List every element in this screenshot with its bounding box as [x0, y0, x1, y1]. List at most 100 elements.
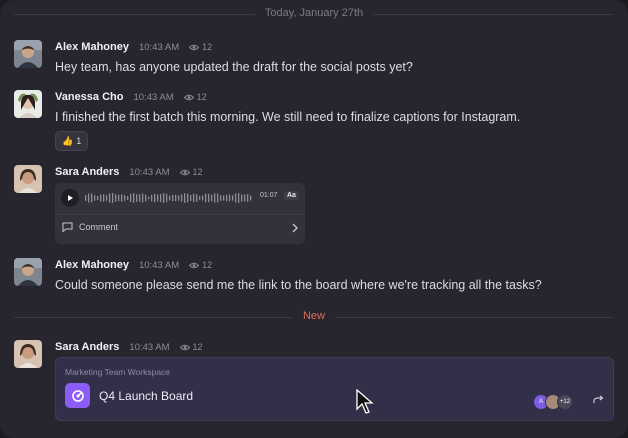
message-meta: Alex Mahoney 10:43 AM 12: [55, 258, 212, 272]
cursor-icon: [356, 389, 374, 414]
waveform-bar: [247, 194, 249, 202]
comment-button[interactable]: Comment: [62, 222, 118, 232]
waveform-bar: [100, 194, 102, 202]
voice-duration: 01:07: [260, 192, 278, 199]
waveform-bar: [217, 193, 219, 203]
author-name[interactable]: Sara Anders: [55, 341, 119, 353]
message-meta: Alex Mahoney 10:43 AM 12: [55, 40, 212, 54]
waveform-bar: [157, 194, 159, 202]
eye-icon: [179, 169, 190, 175]
waveform-bar: [199, 196, 201, 200]
eye-icon: [189, 44, 200, 50]
waveform-bar: [226, 194, 228, 202]
waveform-bar: [196, 194, 198, 202]
timestamp: 10:43 AM: [129, 341, 170, 353]
waveform-bar: [205, 193, 207, 203]
waveform-bar: [121, 194, 123, 202]
message-meta: Vanessa Cho 10:43 AM 12: [55, 90, 207, 104]
eye-icon: [189, 262, 200, 268]
view-count-value: 12: [202, 42, 213, 52]
waveform-bar: [85, 195, 87, 201]
waveform-bar: [136, 194, 138, 202]
voice-message: 01:07 Aa Comment: [55, 183, 305, 244]
workspace-label: Marketing Team Workspace: [65, 367, 171, 377]
reaction-thumbs-up[interactable]: 👍 1: [55, 131, 89, 151]
share-icon[interactable]: [593, 395, 604, 404]
board-icon: [65, 383, 90, 408]
waveform-bar: [187, 193, 189, 203]
view-count: 12: [189, 260, 212, 270]
view-count-value: 12: [196, 92, 207, 102]
view-count: 12: [183, 92, 207, 102]
timestamp: 10:43 AM: [133, 91, 174, 103]
voice-divider: [55, 214, 305, 215]
waveform-bar: [142, 193, 144, 203]
transcript-toggle[interactable]: Aa: [284, 191, 299, 200]
chevron-right-icon[interactable]: [292, 223, 298, 233]
waveform-bar: [220, 195, 222, 201]
play-icon: [68, 194, 73, 201]
waveform-bar: [181, 194, 183, 202]
new-messages-divider: New: [14, 310, 614, 322]
board-link-card[interactable]: Marketing Team Workspace Q4 Launch Board…: [55, 357, 614, 421]
waveform-bar: [145, 194, 147, 202]
author-name[interactable]: Sara Anders: [55, 166, 119, 178]
author-name[interactable]: Vanessa Cho: [55, 91, 123, 103]
waveform-bar: [211, 194, 213, 202]
waveform-bar: [232, 195, 234, 201]
play-button[interactable]: [61, 188, 79, 207]
timestamp: 10:43 AM: [138, 259, 180, 271]
waveform-bar: [235, 193, 237, 203]
waveform-bar: [166, 193, 168, 203]
board-title[interactable]: Q4 Launch Board: [99, 389, 193, 403]
waveform-bar: [94, 195, 96, 201]
avatar[interactable]: [14, 90, 42, 118]
message-text: Could someone please send me the link to…: [55, 278, 542, 292]
timestamp: 10:43 AM: [138, 41, 180, 53]
waveform-bar: [169, 195, 171, 201]
waveform-bar: [130, 193, 132, 203]
avatar[interactable]: [14, 165, 42, 193]
waveform-bar: [154, 193, 156, 203]
view-count: 12: [189, 42, 212, 52]
timestamp: 10:43 AM: [129, 166, 170, 178]
date-divider-label: Today, January 27th: [254, 7, 374, 19]
waveform-bar: [160, 194, 162, 202]
message-meta: Sara Anders 10:43 AM 12: [55, 165, 203, 179]
waveform-bar: [229, 194, 231, 202]
message-meta: Sara Anders 10:43 AM 12: [55, 340, 203, 354]
member-avatars[interactable]: A +12: [533, 394, 573, 410]
waveform-bar: [172, 194, 174, 202]
waveform-bar: [88, 193, 90, 203]
waveform-bar: [238, 193, 240, 203]
new-divider-label: New: [292, 310, 336, 322]
comment-icon: [62, 222, 73, 232]
waveform-bar: [244, 194, 246, 202]
waveform-bar: [190, 194, 192, 202]
waveform-bar: [163, 193, 165, 203]
extra-members-count: +12: [557, 394, 573, 410]
waveform-bar: [178, 195, 180, 201]
view-count-value: 12: [202, 260, 213, 270]
waveform[interactable]: [85, 192, 255, 204]
avatar[interactable]: [14, 40, 42, 68]
message-text: Hey team, has anyone updated the draft f…: [55, 60, 413, 74]
reaction-count: 1: [76, 136, 82, 146]
waveform-bar: [124, 195, 126, 201]
waveform-bar: [202, 195, 204, 201]
author-name[interactable]: Alex Mahoney: [55, 41, 129, 53]
message-text: I finished the first batch this morning.…: [55, 110, 521, 124]
waveform-bar: [208, 193, 210, 203]
waveform-bar: [223, 195, 225, 201]
chat-panel: Today, January 27th Alex Mahoney 10:43 A…: [0, 0, 628, 438]
thumbs-up-icon: 👍: [62, 135, 74, 146]
avatar[interactable]: [14, 258, 42, 286]
waveform-bar: [115, 194, 117, 202]
waveform-bar: [250, 195, 252, 201]
waveform-bar: [97, 195, 99, 201]
eye-icon: [183, 94, 194, 100]
avatar[interactable]: [14, 340, 42, 368]
author-name[interactable]: Alex Mahoney: [55, 259, 129, 271]
eye-icon: [179, 344, 190, 350]
waveform-bar: [139, 194, 141, 202]
